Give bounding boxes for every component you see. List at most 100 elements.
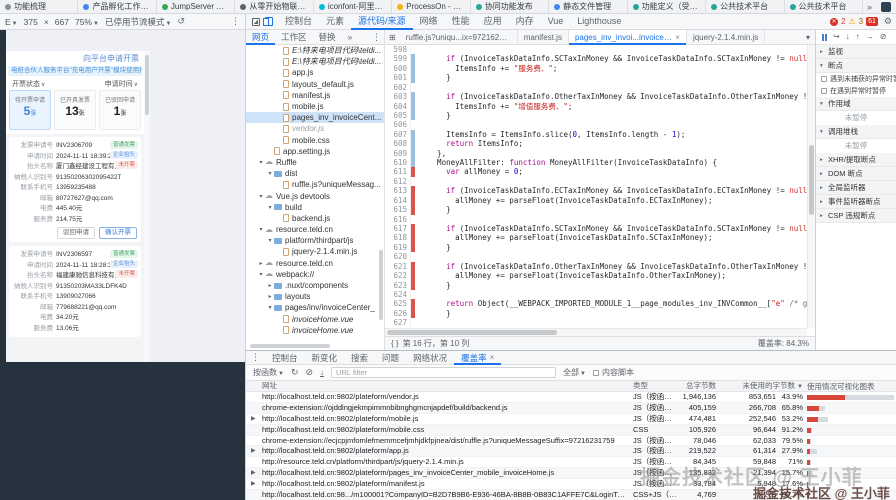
error-count[interactable]: 2 [841,17,845,26]
type-filter-select[interactable]: 全部▼ [563,367,586,378]
tab-overflow-chevron[interactable]: » [863,2,876,12]
line-number[interactable]: 605 [385,111,411,120]
line-number[interactable]: 625 [385,299,411,308]
line-number[interactable]: 609 [385,149,411,158]
deactivate-breakpoints-icon[interactable]: ⊘ [880,33,887,41]
checkbox-icon[interactable] [821,76,827,82]
tree-item[interactable]: jquery-2.1.4.min.js [246,246,385,257]
coverage-row[interactable]: http://localhost.teld.cn:9802/plateform/… [246,425,896,436]
code-line[interactable]: 602 [385,83,807,92]
tree-item[interactable]: app.setting.js [246,146,385,157]
window-icon[interactable] [881,2,891,12]
code-line[interactable]: 598 [385,45,807,54]
line-number[interactable]: 601 [385,73,411,82]
navigator-tab-网页[interactable]: 网页 [246,30,275,45]
line-number[interactable]: 612 [385,177,411,186]
debugger-section-作用域[interactable]: ▾作用域 [816,97,896,111]
filter-dropdown[interactable]: 申请时间∨ [105,79,138,89]
tree-item[interactable]: ▾☁resource.teld.cn [246,224,385,235]
coverage-row[interactable]: ▶http://localhost.teld.cn:9802/plateform… [246,468,896,479]
scrollbar-thumb[interactable] [387,330,557,335]
issues-badge[interactable]: 61 [866,17,878,26]
tree-item[interactable]: E:\特来电项目代码\teldi... [246,56,385,67]
pretty-print-icon[interactable]: { } [391,339,399,348]
line-number[interactable]: 599 [385,54,411,63]
column-header-unused-bytes[interactable]: 未使用的字节数 ▼ [696,381,803,391]
editor-tab[interactable]: jquery-2.1.4.min.js [687,30,765,45]
devtools-tab-性能[interactable]: 性能 [445,14,477,30]
line-number[interactable]: 611 [385,167,411,176]
inspect-element-icon[interactable] [252,18,260,26]
code-line[interactable]: 614 allMoney += parseFloat(InvoiceTaskDa… [385,196,807,205]
tree-item[interactable]: ▾☁Ruffle [246,157,385,168]
debugger-section-调用堆栈[interactable]: ▾调用堆栈 [816,125,896,139]
drawer-tab-问题[interactable]: 问题 [375,351,406,365]
devtools-tab-Lighthouse[interactable]: Lighthouse [570,14,628,30]
expand-arrow-icon[interactable]: ▶ [251,446,260,456]
line-number[interactable]: 608 [385,139,411,148]
tree-item[interactable]: layouts_default.js [246,79,385,90]
scrollbar-thumb[interactable] [809,145,814,215]
line-number[interactable]: 622 [385,271,411,280]
browser-tab[interactable]: JumpServer 开源... [157,0,235,14]
navigator-tab-替换[interactable]: 替换 [313,30,342,45]
browser-tab[interactable]: 协同功能发布 [471,0,549,14]
tree-item[interactable]: ▸.nuxt/components [246,280,385,291]
code-line[interactable]: 624 [385,290,807,299]
gear-icon[interactable]: ⚙ [884,16,892,27]
code-line[interactable]: 616 [385,215,807,224]
more-options-icon[interactable]: ⋮ [372,32,384,43]
breakpoint-option[interactable]: 在遇到异常时暂停 [816,85,896,97]
step-into-icon[interactable]: ↓ [846,33,850,41]
stat-card[interactable]: 已开具发票13张 [54,90,96,130]
tree-item[interactable]: pages_inv_invoiceCent... [246,112,385,123]
tree-item[interactable]: mobile.css [246,135,385,146]
export-icon[interactable]: ↓ [320,369,324,377]
error-icon[interactable]: ✕ [830,18,838,26]
code-line[interactable]: 615 } [385,205,807,214]
debugger-section-全局监听器[interactable]: ▸全局监听器 [816,181,896,195]
drawer-tab-新变化[interactable]: 新变化 [305,351,345,365]
warning-icon[interactable]: ⚠ [849,18,856,26]
devtools-tab-元素[interactable]: 元素 [319,14,351,30]
pause-icon[interactable] [822,34,827,41]
line-number[interactable]: 613 [385,186,411,195]
stat-card[interactable]: 已驳回申请1张 [99,90,141,130]
browser-tab[interactable]: 公共技术平台 [785,0,863,14]
code-line[interactable]: 625 return Object(__WEBPACK_IMPORTED_MOD… [385,299,807,308]
column-header-usage-viz[interactable]: 使用情况可视化图表 [807,381,894,391]
step-out-icon[interactable]: ↑ [856,33,860,41]
tree-item[interactable]: invoiceHome.vue [246,314,385,325]
tree-item[interactable]: E:\特来电项目代码\teldi... [246,45,385,56]
code-line[interactable]: 609 }, [385,149,807,158]
code-line[interactable]: 607 ItemsInfo = ItemsInfo.slice(0, Items… [385,130,807,139]
line-number[interactable]: 620 [385,252,411,261]
browser-tab[interactable]: 功能梳理 [0,0,78,14]
debugger-section-DOM 断点[interactable]: ▸DOM 断点 [816,167,896,181]
expand-arrow-icon[interactable]: ▶ [251,468,260,478]
coverage-row[interactable]: chrome-extension://ojddlngjekmpimmnbibng… [246,403,896,414]
more-tools-icon[interactable]: ⋮ [246,352,265,363]
drawer-tab-覆盖率[interactable]: 覆盖率× [454,351,501,365]
content-scripts-toggle[interactable]: 内容脚本 [593,367,634,378]
group-files-icon[interactable]: ⊞ [385,33,400,42]
line-number[interactable]: 626 [385,309,411,318]
tree-horizontal-scrollbar[interactable] [250,344,330,348]
code-line[interactable]: 606 [385,120,807,129]
tree-item[interactable]: ▾dist [246,168,385,179]
tree-vertical-scrollbar[interactable] [379,250,383,320]
debugger-section-事件监听器断点[interactable]: ▸事件监听器断点 [816,195,896,209]
device-width-value[interactable]: 375 [24,17,38,27]
code-line[interactable]: 601 } [385,73,807,82]
coverage-row[interactable]: http://localhost.teld.cn:98.../m100001?C… [246,490,896,500]
line-number[interactable]: 623 [385,281,411,290]
line-number[interactable]: 614 [385,196,411,205]
checkbox-icon[interactable] [593,370,599,376]
close-icon[interactable]: × [675,30,680,45]
line-number[interactable]: 602 [385,83,411,92]
device-preset-select[interactable]: E▼ [5,17,18,27]
browser-tab[interactable]: iconfont-阿里巴巴... [314,0,392,14]
editor-vertical-scrollbar[interactable] [807,45,815,328]
line-number[interactable]: 627 [385,318,411,327]
editor-horizontal-scrollbar[interactable] [385,328,807,336]
